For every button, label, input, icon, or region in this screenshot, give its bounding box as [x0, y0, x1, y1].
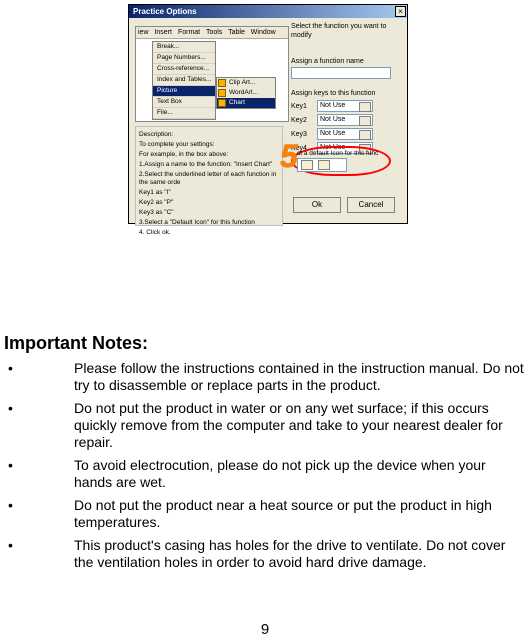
menu-entry[interactable]: Break... — [153, 42, 215, 53]
menu-item[interactable]: Table — [228, 29, 245, 36]
chart-icon — [218, 99, 226, 107]
submenu-wordart[interactable]: WordArt... — [217, 88, 275, 98]
menu-entry[interactable]: File... — [153, 108, 215, 119]
description-line: To complete your settings: — [139, 141, 279, 149]
menu-entry[interactable]: Page Numbers... — [153, 53, 215, 64]
notes-item: To avoid electrocution, please do not pi… — [4, 457, 524, 497]
notes-heading: Important Notes: — [4, 332, 524, 354]
submenu-clipart[interactable]: Clip Art... — [217, 78, 275, 88]
right-label: Assign keys to this function — [291, 89, 403, 98]
description-step: Key3 as "C" — [139, 209, 279, 217]
default-icon-area: ct a default Icon for this func — [291, 146, 391, 176]
dialog-titlebar: Practice Options × — [129, 5, 407, 18]
right-label: Select the function you want to modify — [291, 22, 403, 40]
description-step: 4. Click ok. — [139, 229, 279, 237]
inner-window: iew Insert Format Tools Table Window Bre… — [135, 26, 289, 122]
screenshot-figure: Practice Options × iew Insert Format Too… — [128, 4, 408, 224]
key-row: Key1 Not Use — [291, 100, 403, 112]
wordart-icon — [218, 89, 226, 97]
notes-item: Do not put the product in water or on an… — [4, 400, 524, 457]
clipart-icon — [218, 79, 226, 87]
description-step: 2.Select the underlined letter of each f… — [139, 171, 279, 187]
close-icon[interactable]: × — [395, 6, 406, 17]
description-box: Description: To complete your settings: … — [135, 126, 283, 226]
icon-picker[interactable] — [297, 158, 347, 172]
menu-entry[interactable]: Text Box — [153, 97, 215, 108]
key-row: Key3 Not Use — [291, 128, 403, 140]
menu-item[interactable]: Window — [251, 29, 276, 36]
right-label: Assign a function name — [291, 57, 403, 66]
menu-item[interactable]: Format — [178, 29, 200, 36]
important-notes-section: Important Notes: Please follow the instr… — [4, 332, 524, 577]
menu-item[interactable]: Insert — [154, 29, 172, 36]
description-heading: Description: — [139, 131, 279, 139]
description-step: Key1 as "I" — [139, 189, 279, 197]
menu-item[interactable]: iew — [138, 29, 149, 36]
dialog-buttons: Ok Cancel — [293, 197, 395, 213]
key-select[interactable]: Not Use — [317, 100, 373, 112]
key-select[interactable]: Not Use — [317, 128, 373, 140]
key-label: Key3 — [291, 131, 317, 138]
default-icon-label: ct a default Icon for this func — [297, 150, 385, 157]
icon-choice[interactable] — [301, 160, 313, 170]
dialog-body: iew Insert Format Tools Table Window Bre… — [129, 18, 407, 223]
submenu-label: Chart — [229, 99, 245, 106]
cancel-button[interactable]: Cancel — [347, 197, 395, 213]
notes-list: Please follow the instructions contained… — [4, 360, 524, 577]
inner-menubar: iew Insert Format Tools Table Window — [136, 27, 288, 39]
page-number: 9 — [0, 621, 530, 639]
description-step: Key2 as "P" — [139, 199, 279, 207]
key-label: Key2 — [291, 117, 317, 124]
notes-item: Do not put the product near a heat sourc… — [4, 497, 524, 537]
menu-item[interactable]: Tools — [206, 29, 222, 36]
insert-menu: Break... Page Numbers... Cross-reference… — [152, 41, 216, 120]
submenu-label: Clip Art... — [229, 79, 255, 86]
description-step: 3.Select a "Default Icon" for this funct… — [139, 219, 279, 227]
key-select[interactable]: Not Use — [317, 114, 373, 126]
icon-choice[interactable] — [318, 160, 330, 170]
menu-entry-picture[interactable]: Picture — [153, 86, 215, 97]
dialog-title-text: Practice Options — [133, 7, 197, 16]
right-panel: Select the function you want to modify A… — [291, 20, 403, 219]
submenu-label: WordArt... — [229, 89, 258, 96]
function-name-input[interactable] — [291, 67, 391, 79]
description-line: For example, in the box above: — [139, 151, 279, 159]
submenu-chart[interactable]: Chart — [217, 98, 275, 108]
picture-submenu: Clip Art... WordArt... Chart — [216, 77, 276, 109]
key-row: Key2 Not Use — [291, 114, 403, 126]
description-step: 1.Assign a name to the function: "Insert… — [139, 161, 279, 169]
notes-item: This product's casing has holes for the … — [4, 537, 524, 577]
menu-entry[interactable]: Index and Tables... — [153, 75, 215, 86]
key-label: Key1 — [291, 103, 317, 110]
ok-button[interactable]: Ok — [293, 197, 341, 213]
notes-item: Please follow the instructions contained… — [4, 360, 524, 400]
menu-entry[interactable]: Cross-reference... — [153, 64, 215, 75]
